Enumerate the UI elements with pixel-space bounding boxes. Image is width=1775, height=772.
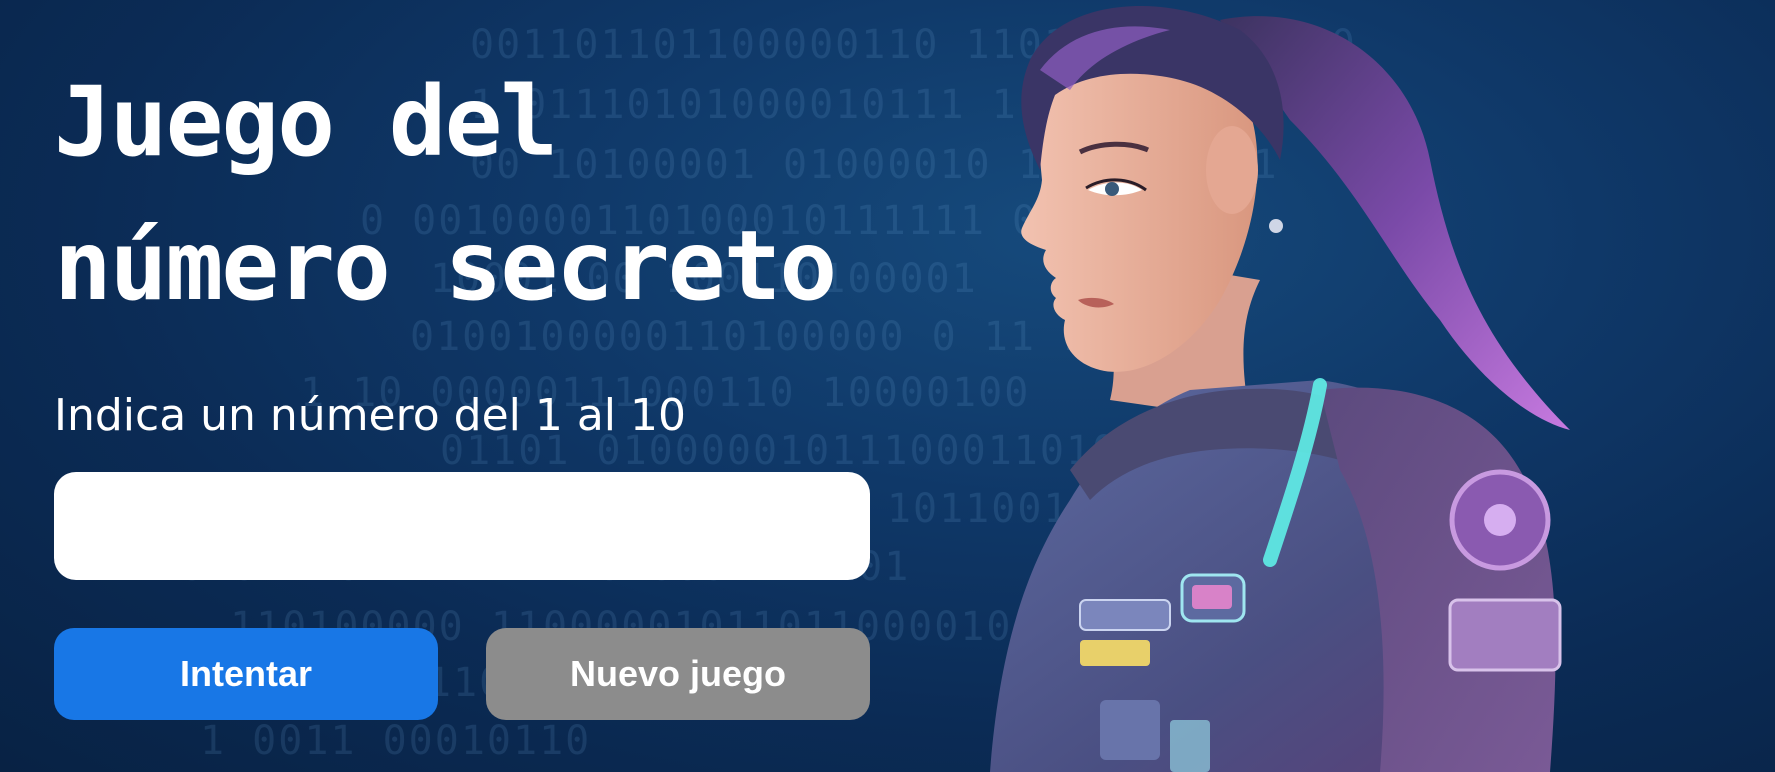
- chest-device-screen: [1192, 585, 1232, 609]
- earring: [1269, 219, 1283, 233]
- try-button[interactable]: Intentar: [54, 628, 438, 720]
- ear: [1206, 126, 1258, 214]
- game-panel: Juego del número secreto Indica un númer…: [54, 0, 874, 772]
- astronaut-girl-illustration: [960, 0, 1775, 772]
- page-title: Juego del número secreto: [54, 50, 894, 338]
- astronaut-girl-svg: [990, 5, 1570, 772]
- chest-badge-yellow: [1080, 640, 1150, 666]
- shoulder-patch: [1448, 598, 1562, 672]
- number-input[interactable]: [54, 472, 870, 580]
- iris: [1105, 182, 1119, 196]
- chest-light: [1170, 720, 1210, 772]
- chest-panel: [1100, 700, 1160, 760]
- page-title-line-2: número secreto: [54, 210, 837, 322]
- shoulder-emblem-center: [1484, 504, 1516, 536]
- number-prompt-label: Indica un número del 1 al 10: [54, 390, 687, 441]
- chest-badge: [1079, 599, 1171, 631]
- page-title-line-1: Juego del: [54, 66, 558, 178]
- new-game-button[interactable]: Nuevo juego: [486, 628, 870, 720]
